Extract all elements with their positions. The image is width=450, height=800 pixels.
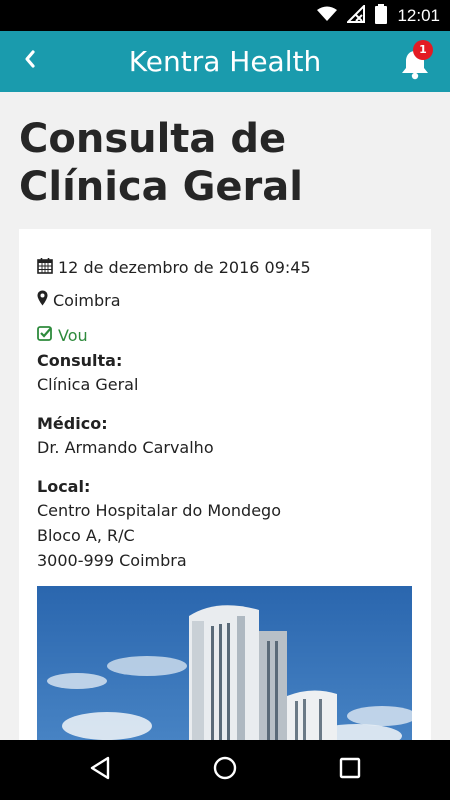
page-title: Consulta de Clínica Geral: [19, 116, 303, 210]
hospital-photo: [37, 586, 412, 749]
local-label: Local:: [37, 477, 91, 496]
location-row: Coimbra: [37, 290, 121, 310]
app-bar: Kentra Health: [0, 31, 450, 92]
no-signal-icon: [346, 3, 366, 27]
datetime-row: 12 de dezembro de 2016 09:45: [37, 257, 311, 278]
status-time: 12:01: [397, 5, 440, 25]
nav-back-button[interactable]: [70, 740, 130, 800]
appointment-card: 12 de dezembro de 2016 09:45 Coimbra Vou…: [19, 229, 431, 749]
attendance-label: Vou: [58, 325, 88, 345]
local-line-1: Centro Hospitalar do Mondego: [37, 501, 281, 520]
back-button[interactable]: [10, 41, 50, 81]
chevron-left-icon: [22, 49, 38, 73]
status-bar: 12:01: [0, 0, 450, 31]
wifi-icon: [317, 6, 338, 26]
map-marker-icon: [37, 290, 48, 310]
app-title: Kentra Health: [128, 45, 322, 78]
nav-recents-button[interactable]: [320, 740, 380, 800]
battery-icon: [375, 3, 388, 28]
nav-home-button[interactable]: [195, 740, 255, 800]
calendar-icon: [37, 257, 53, 278]
notification-badge: 1: [413, 40, 433, 60]
home-circle-icon: [213, 756, 237, 784]
check-square-icon: [37, 325, 53, 345]
back-triangle-icon: [89, 756, 111, 784]
consulta-value: Clínica Geral: [37, 375, 139, 394]
navigation-bar: [0, 740, 450, 800]
medico-label: Médico:: [37, 414, 108, 433]
local-line-3: 3000-999 Coimbra: [37, 551, 187, 570]
appointment-datetime: 12 de dezembro de 2016 09:45: [58, 258, 311, 277]
recents-square-icon: [339, 757, 361, 783]
appointment-city: Coimbra: [53, 290, 121, 310]
consulta-label: Consulta:: [37, 351, 123, 370]
medico-value: Dr. Armando Carvalho: [37, 438, 214, 457]
attendance-status[interactable]: Vou: [37, 325, 88, 345]
local-line-2: Bloco A, R/C: [37, 526, 135, 545]
